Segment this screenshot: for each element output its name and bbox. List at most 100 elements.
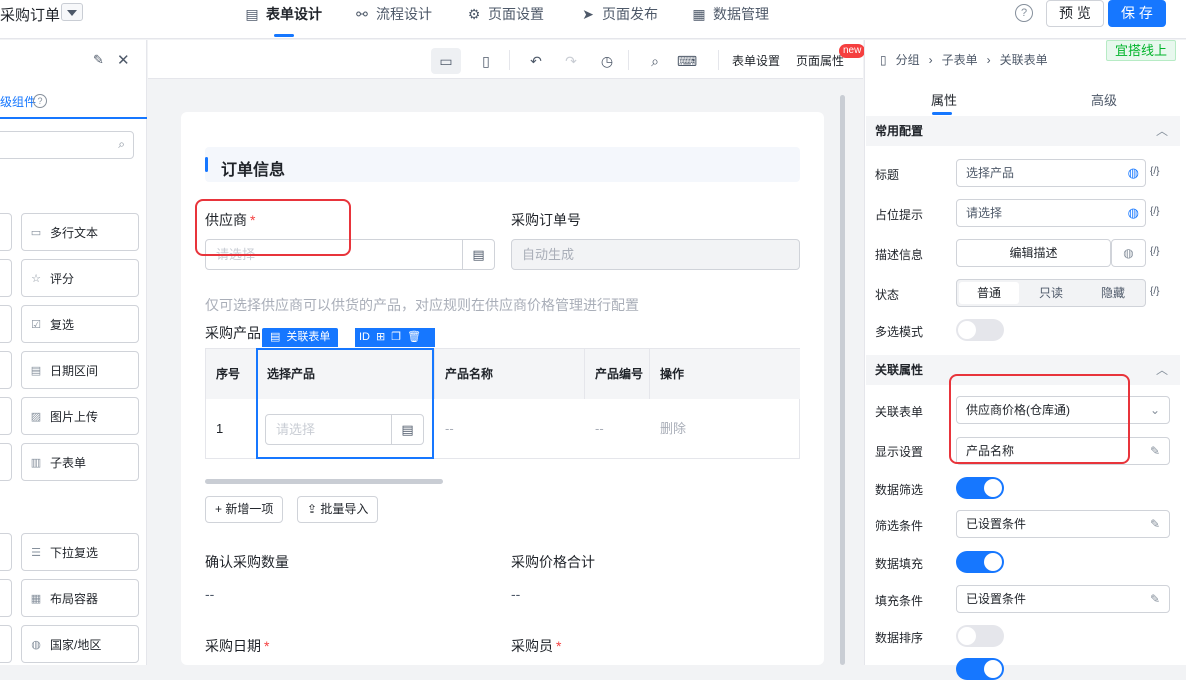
component-item[interactable] [0, 351, 12, 389]
next-toggle[interactable] [956, 658, 1004, 680]
edit-icon[interactable]: ✎ [1150, 586, 1160, 612]
table-scrollbar[interactable] [205, 479, 443, 484]
keyboard-icon[interactable]: ⌨ [672, 48, 702, 74]
section-header [205, 147, 800, 182]
data-fill-toggle[interactable] [956, 551, 1004, 573]
component-item[interactable] [0, 625, 12, 663]
component-item[interactable] [0, 533, 12, 571]
divider [509, 50, 510, 70]
formula-icon[interactable]: {/} [1150, 166, 1159, 177]
add-row-button[interactable]: + 新增一项 [205, 496, 284, 523]
component-date-range[interactable]: ▤ 日期区间 [21, 351, 139, 389]
pin-icon[interactable]: ✎ [93, 52, 104, 68]
formula-icon[interactable]: {/} [1150, 286, 1159, 297]
add-icon[interactable]: ⊞ [376, 328, 385, 347]
search-icon[interactable]: ⌕ [640, 48, 670, 74]
component-multi-select[interactable]: ☰ 下拉复选 [21, 533, 139, 571]
active-tab-indicator [932, 112, 952, 115]
data-filter-toggle[interactable] [956, 477, 1004, 499]
undo-icon[interactable]: ↶ [521, 48, 551, 74]
component-item[interactable] [0, 213, 12, 251]
component-item[interactable] [0, 443, 12, 481]
page-props-button[interactable]: 页面属性 [796, 52, 844, 69]
help-icon[interactable]: ? [33, 94, 47, 108]
close-icon[interactable]: ✕ [117, 51, 130, 69]
flow-icon: ⚯ [356, 5, 368, 22]
desktop-icon[interactable]: ▭ [431, 48, 461, 74]
component-subform[interactable]: ▥ 子表单 [21, 443, 139, 481]
preview-button[interactable]: 预 览 [1046, 0, 1104, 27]
selected-field-tag: ▤ 关联表单 [262, 328, 339, 347]
chevron-down-icon: ⌄ [1149, 403, 1160, 417]
id-button[interactable]: ID [359, 328, 370, 347]
list-check-icon: ☰ [31, 546, 41, 559]
tab-advanced[interactable]: 高级 [1091, 90, 1117, 109]
description-label: 描述信息 [875, 248, 924, 262]
save-button[interactable]: 保 存 [1108, 0, 1166, 27]
component-item[interactable] [0, 305, 12, 343]
filter-condition-field[interactable]: 已设置条件 ✎ [956, 510, 1170, 538]
product-code-cell: -- [595, 421, 604, 436]
edit-icon[interactable]: ✎ [1150, 511, 1160, 537]
canvas-scrollbar[interactable] [840, 95, 845, 665]
history-icon[interactable]: ◷ [592, 48, 622, 74]
common-config-section[interactable]: 常用配置 ︿ [866, 116, 1180, 146]
data-fill-label: 数据填充 [875, 557, 924, 571]
edit-icon[interactable]: ✎ [1150, 438, 1160, 464]
component-layout-container[interactable]: ▦ 布局容器 [21, 579, 139, 617]
formula-icon[interactable]: {/} [1150, 246, 1159, 257]
form-icon: ▤ [245, 5, 259, 22]
component-country[interactable]: ◍ 国家/地区 [21, 625, 139, 663]
canvas-toolbar: ▭ ▯ ↶ ↷ ◷ ⌕ ⌨ 表单设置 页面属性 [148, 40, 863, 79]
component-item[interactable] [0, 259, 12, 297]
batch-import-button[interactable]: ⇪ 批量导入 [297, 496, 379, 523]
buyer-label: 采购员 * [511, 638, 562, 654]
fill-condition-field[interactable]: 已设置条件 ✎ [956, 585, 1170, 613]
breadcrumb-item[interactable]: 子表单 [942, 51, 978, 68]
fill-condition-label: 填充条件 [875, 594, 924, 608]
document-icon[interactable]: ▤ [462, 240, 494, 269]
formula-icon[interactable]: {/} [1150, 206, 1159, 217]
component-item[interactable] [0, 397, 12, 435]
state-readonly[interactable]: 只读 [1021, 282, 1081, 304]
placeholder-label: 占位提示 [875, 208, 924, 222]
copy-icon[interactable]: ❐ [391, 328, 401, 347]
state-normal[interactable]: 普通 [959, 282, 1019, 304]
tab-properties[interactable]: 属性 [931, 90, 957, 109]
globe-icon[interactable]: ◍ [1128, 200, 1139, 226]
new-badge: new [839, 44, 866, 58]
form-settings-button[interactable]: 表单设置 [732, 52, 780, 69]
component-search-input[interactable]: ⌕ [0, 131, 134, 159]
grid-icon: ▦ [692, 5, 706, 22]
app-dropdown-icon[interactable] [61, 3, 83, 21]
delete-icon[interactable]: 🗑 [407, 328, 421, 347]
component-rate[interactable]: ☆ 评分 [21, 259, 139, 297]
globe-icon[interactable]: ◍ [1111, 239, 1146, 267]
placeholder-input[interactable]: 请选择 ◍ [956, 199, 1146, 227]
help-icon[interactable]: ? [1015, 4, 1033, 22]
component-textarea[interactable]: ▭ 多行文本 [21, 213, 139, 251]
component-item[interactable] [0, 579, 12, 617]
component-checkbox[interactable]: ☑ 复选 [21, 305, 139, 343]
tab-data-management[interactable]: ▦ 数据管理 [691, 4, 769, 24]
component-tab[interactable]: 级组件 [0, 93, 36, 110]
filter-condition-label: 筛选条件 [875, 519, 924, 533]
mobile-icon[interactable]: ▯ [471, 48, 501, 74]
tab-page-publish[interactable]: ➤ 页面发布 [580, 4, 658, 24]
tab-flow-design[interactable]: ⚯ 流程设计 [354, 4, 432, 24]
redo-icon[interactable]: ↷ [556, 48, 586, 74]
data-sort-toggle[interactable] [956, 625, 1004, 647]
multi-mode-toggle[interactable] [956, 319, 1004, 341]
tab-form-design[interactable]: ▤ 表单设计 [244, 4, 322, 24]
title-input[interactable]: 选择产品 ◍ [956, 159, 1146, 187]
tab-page-settings[interactable]: ⚙ 页面设置 [466, 4, 544, 24]
edit-description-button[interactable]: 编辑描述 [956, 239, 1111, 267]
delete-row-link[interactable]: 删除 [650, 399, 800, 458]
confirm-qty-value: -- [205, 586, 215, 602]
state-hidden[interactable]: 隐藏 [1083, 282, 1143, 304]
globe-icon[interactable]: ◍ [1128, 160, 1139, 186]
breadcrumb-item[interactable]: 分组 [896, 51, 920, 68]
component-image-upload[interactable]: ▨ 图片上传 [21, 397, 139, 435]
plus-icon: + [215, 502, 226, 516]
product-name-cell: -- [445, 421, 454, 436]
